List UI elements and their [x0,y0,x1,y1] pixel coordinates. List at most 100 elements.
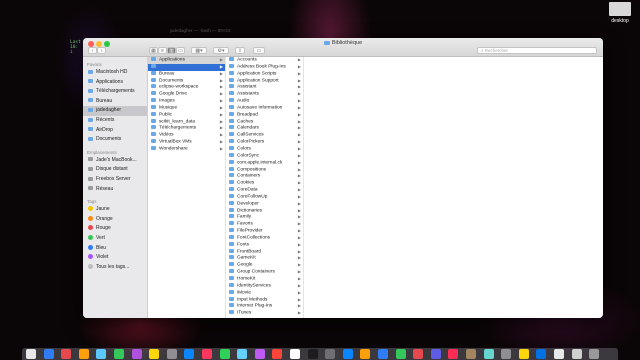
column-row[interactable]: iMovie ▶ [226,289,303,297]
dock-app-icon[interactable] [448,349,459,359]
column-row[interactable]: VirtualBox VMs ▶ [148,139,225,146]
sidebar-item[interactable]: Documents [83,135,147,145]
column-row[interactable]: Assistants ▶ [226,91,303,98]
dock-app-icon[interactable] [360,349,371,359]
sidebar-item[interactable]: Tous les tags... [83,263,147,273]
column-row[interactable]: Calendars ▶ [226,125,303,132]
column-row[interactable]: Compositions ▶ [226,166,303,174]
search-field[interactable]: ⌕ Rechercher [477,47,597,54]
share-button[interactable]: ⇪ [235,47,245,54]
column-row[interactable]: Applications ▶ [148,57,225,64]
column-row[interactable]: Cookies ▶ [226,180,303,187]
dock-app-icon[interactable] [26,349,36,359]
column-row[interactable]: com.apple.internal.ck ▶ [226,159,303,167]
sidebar-item[interactable]: Vert [83,234,147,244]
column-row[interactable]: Documents ▶ [148,77,225,85]
dock-app-icon[interactable] [114,349,124,359]
column-row[interactable]: eclipse-workspace ▶ [148,84,225,91]
column-row[interactable]: CoreData ▶ [226,187,303,194]
column-row[interactable]: Dictionaries ▶ [226,207,303,215]
dock-app-icon[interactable] [61,349,72,359]
dock-app-icon[interactable] [254,349,265,359]
column-row[interactable]: Bureau ▶ [148,70,225,78]
sidebar-item[interactable]: Jade's MacBook... [83,156,147,166]
dock-app-icon[interactable] [290,349,300,359]
column-row[interactable]: Public ▶ [148,111,225,119]
sidebar-item[interactable]: Jaune [83,205,147,215]
column-row[interactable]: Vidéos ▶ [148,132,225,139]
dock-app-icon[interactable] [184,349,195,359]
dock-app-icon[interactable] [518,349,529,359]
sidebar-item[interactable]: Rouge [83,224,147,234]
dock-app-icon[interactable] [272,349,283,359]
dock-app-icon[interactable] [131,349,142,359]
column-row[interactable]: CallServices ▶ [226,132,303,139]
dock-app-icon[interactable] [589,349,600,359]
dock-app-icon[interactable] [149,349,160,359]
column-row[interactable]: ▶ [148,63,225,71]
view-icons-button[interactable]: ▦ [149,47,158,54]
sidebar-item[interactable]: jadedagher [83,106,147,116]
column-row[interactable]: ColorPickers ▶ [226,139,303,146]
column-row[interactable]: Developer ▶ [226,200,303,208]
dock-app-icon[interactable] [378,349,388,359]
view-columns-button[interactable]: ▥ [167,47,176,54]
dock-app-icon[interactable] [166,349,177,359]
sidebar-item[interactable]: Macintosh HD [83,68,147,78]
dock-app-icon[interactable] [466,349,476,359]
dock-app-icon[interactable] [78,349,89,359]
column-row[interactable]: ColorSync ▶ [226,152,303,160]
sidebar-item[interactable]: Disque distant [83,165,147,175]
column-row[interactable]: iTunes ▶ [226,310,303,317]
column-row[interactable]: Input Methods ▶ [226,296,303,304]
desktop-item[interactable]: desktop [606,2,634,24]
dock-app-icon[interactable] [395,349,406,359]
column-row[interactable]: Address Book Plug-Ins ▶ [226,63,303,71]
back-button[interactable]: ‹ [88,47,97,54]
column-row[interactable]: Favoris ▶ [226,221,303,228]
dock-app-icon[interactable] [483,349,494,359]
sidebar-item[interactable]: Freebox Server [83,175,147,185]
column-row[interactable]: Google Drive ▶ [148,91,225,98]
sidebar-item[interactable]: Bleu [83,244,147,254]
tag-button[interactable]: ▭ [253,47,265,54]
column-row[interactable]: FrontBoard ▶ [226,248,303,256]
dock-app-icon[interactable] [237,349,248,359]
column-row[interactable]: Breadpad ▶ [226,111,303,119]
dock-app-icon[interactable] [571,349,582,359]
column-row[interactable]: Téléchargements ▶ [148,125,225,132]
dock-app-icon[interactable] [536,349,547,359]
column-row[interactable]: Group Containers ▶ [226,269,303,276]
column-row[interactable]: Musique ▶ [148,104,225,112]
column-row[interactable]: Wondershare ▶ [148,145,225,153]
column-row[interactable]: GameKit ▶ [226,255,303,262]
dock-app-icon[interactable] [342,349,353,359]
sidebar-item[interactable]: Orange [83,215,147,225]
column-row[interactable]: FontCollections ▶ [226,234,303,242]
action-button[interactable]: ⚙▾ [213,47,229,54]
column-row[interactable]: Internet Plug-Ins ▶ [226,303,303,310]
column-row[interactable]: Colors ▶ [226,145,303,153]
sidebar-item[interactable]: Applications [83,78,147,88]
dock-app-icon[interactable] [554,349,564,359]
group-button[interactable]: ▦▾ [191,47,207,54]
dock-app-icon[interactable] [219,349,230,359]
column-row[interactable]: Application Support ▶ [226,77,303,85]
column-row[interactable]: scikit_learn_data ▶ [148,118,225,126]
view-list-button[interactable]: ≡ [158,47,167,54]
forward-button[interactable]: › [97,47,106,54]
column-row[interactable]: Containers ▶ [226,173,303,180]
column-row[interactable]: HomeKit ▶ [226,276,303,283]
sidebar-item[interactable]: Bureau [83,97,147,107]
column-row[interactable]: IdentityServices ▶ [226,282,303,290]
sidebar-item[interactable]: Violet [83,253,147,263]
sidebar-item[interactable]: Récents [83,116,147,126]
dock-app-icon[interactable] [43,349,54,359]
column-row[interactable]: Images ▶ [148,98,225,105]
column-row[interactable]: Audio ▶ [226,98,303,105]
column-row[interactable]: Autosave Information ▶ [226,104,303,112]
column-row[interactable]: Fonts ▶ [226,241,303,249]
column-row[interactable]: Caches ▶ [226,118,303,126]
dock-app-icon[interactable] [307,349,318,359]
column-row[interactable]: CoreFollowUp ▶ [226,193,303,201]
